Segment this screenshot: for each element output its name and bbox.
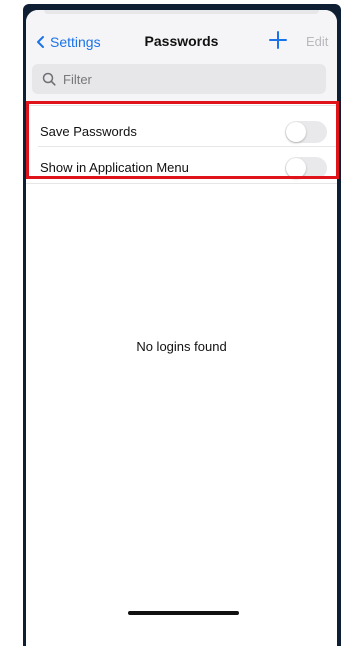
- chevron-left-icon: [37, 36, 44, 48]
- back-button[interactable]: Settings: [34, 32, 101, 52]
- save-passwords-label: Save Passwords: [40, 124, 137, 139]
- edit-button[interactable]: Edit: [306, 34, 328, 49]
- search-icon: [42, 72, 56, 86]
- show-in-menu-row: Show in Application Menu: [26, 150, 337, 185]
- filter-field[interactable]: [32, 64, 326, 94]
- empty-state-message: No logins found: [136, 339, 227, 354]
- show-in-menu-label: Show in Application Menu: [40, 160, 189, 175]
- sheet-handle: [44, 10, 319, 14]
- save-passwords-row: Save Passwords: [26, 114, 337, 149]
- save-passwords-toggle[interactable]: [285, 120, 327, 143]
- row-divider: [38, 146, 337, 147]
- toggle-knob: [286, 121, 306, 142]
- show-in-menu-toggle[interactable]: [285, 156, 327, 179]
- header-area: Settings Passwords Edit: [26, 10, 337, 102]
- toggle-knob: [286, 157, 306, 178]
- passwords-screen: Settings Passwords Edit Save Passwords S…: [26, 10, 337, 646]
- plus-icon[interactable]: [267, 29, 289, 51]
- password-settings-group: Save Passwords Show in Application Menu: [26, 105, 337, 184]
- home-indicator: [128, 611, 239, 615]
- back-label: Settings: [50, 34, 101, 50]
- filter-input[interactable]: [61, 70, 305, 88]
